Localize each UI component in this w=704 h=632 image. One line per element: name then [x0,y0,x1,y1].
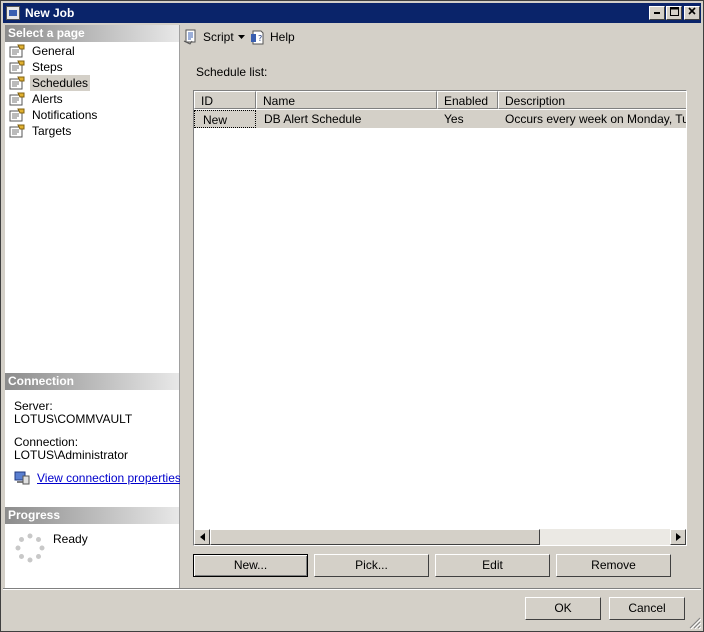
property-page-icon [9,44,25,58]
schedule-list[interactable]: ID Name Enabled Description New DB Alert… [193,90,687,546]
page-label: Steps [32,60,63,74]
property-page-icon [9,76,25,90]
main-panel: Script ? Help Schedule list: ID Name Ena… [180,25,701,588]
minimize-button[interactable] [649,6,665,20]
column-header-enabled[interactable]: Enabled [437,91,498,109]
column-header-id[interactable]: ID [194,91,256,109]
script-button[interactable]: Script [183,28,247,46]
app-icon [6,6,20,20]
connection-properties-icon [14,471,30,485]
arrow-left-icon [199,533,205,541]
schedule-list-label: Schedule list: [196,65,268,79]
close-icon [688,7,696,15]
scroll-left-button[interactable] [194,529,210,545]
ok-button[interactable]: OK [525,597,601,620]
page-label: General [32,44,75,58]
cell-description: Occurs every week on Monday, Tuesday [505,112,686,126]
view-connection-properties-link[interactable]: View connection properties [37,472,181,485]
remove-schedule-button[interactable]: Remove [556,554,671,577]
property-page-icon [9,124,25,138]
cell-name: DB Alert Schedule [264,112,362,126]
horizontal-scrollbar[interactable] [194,529,686,545]
property-page-icon [9,60,25,74]
property-page-icon [9,108,25,122]
progress-header: Progress [5,507,179,524]
script-icon [183,29,196,45]
help-icon: ? [251,30,264,45]
cell-enabled: Yes [444,112,464,126]
progress-spinner-icon [15,533,45,563]
left-panel: Select a page General Steps Schedules Al… [5,25,181,588]
scroll-thumb[interactable] [210,529,540,545]
edit-schedule-button[interactable]: Edit [435,554,550,577]
help-label: Help [270,30,295,44]
pick-schedule-button[interactable]: Pick... [314,554,429,577]
new-schedule-button[interactable]: New... [193,554,308,577]
new-job-window: New Job Select a page General Steps Sche… [0,0,704,632]
maximize-button[interactable] [666,6,682,20]
cell-id: New [194,110,256,128]
connection-value: LOTUS\Administrator [14,448,129,462]
footer-divider [3,588,701,590]
toolbar: Script ? Help [180,25,701,49]
arrow-right-icon [675,533,681,541]
page-label: Notifications [32,108,98,122]
resize-grip-icon[interactable] [689,617,701,629]
server-value: LOTUS\COMMVAULT [14,412,133,426]
cancel-button[interactable]: Cancel [609,597,685,620]
help-button[interactable]: ? Help [250,28,296,46]
svg-text:?: ? [258,34,262,43]
window-title: New Job [25,6,75,20]
title-bar[interactable]: New Job [3,3,701,23]
dropdown-arrow-icon[interactable] [238,35,245,39]
page-label: Targets [32,124,72,138]
column-header-description[interactable]: Description [498,91,686,109]
property-page-icon [9,92,25,106]
page-label: Alerts [32,92,63,106]
scroll-right-button[interactable] [670,529,686,545]
page-label: Schedules [30,75,91,91]
script-label: Script [203,30,234,44]
column-header-name[interactable]: Name [256,91,437,109]
connection-header: Connection [5,373,179,390]
table-row[interactable]: New DB Alert Schedule Yes Occurs every w… [194,110,686,128]
close-button[interactable] [684,6,700,20]
select-page-header: Select a page [5,25,179,42]
minimize-icon [654,12,660,14]
maximize-icon [669,7,679,16]
progress-status: Ready [53,532,88,546]
